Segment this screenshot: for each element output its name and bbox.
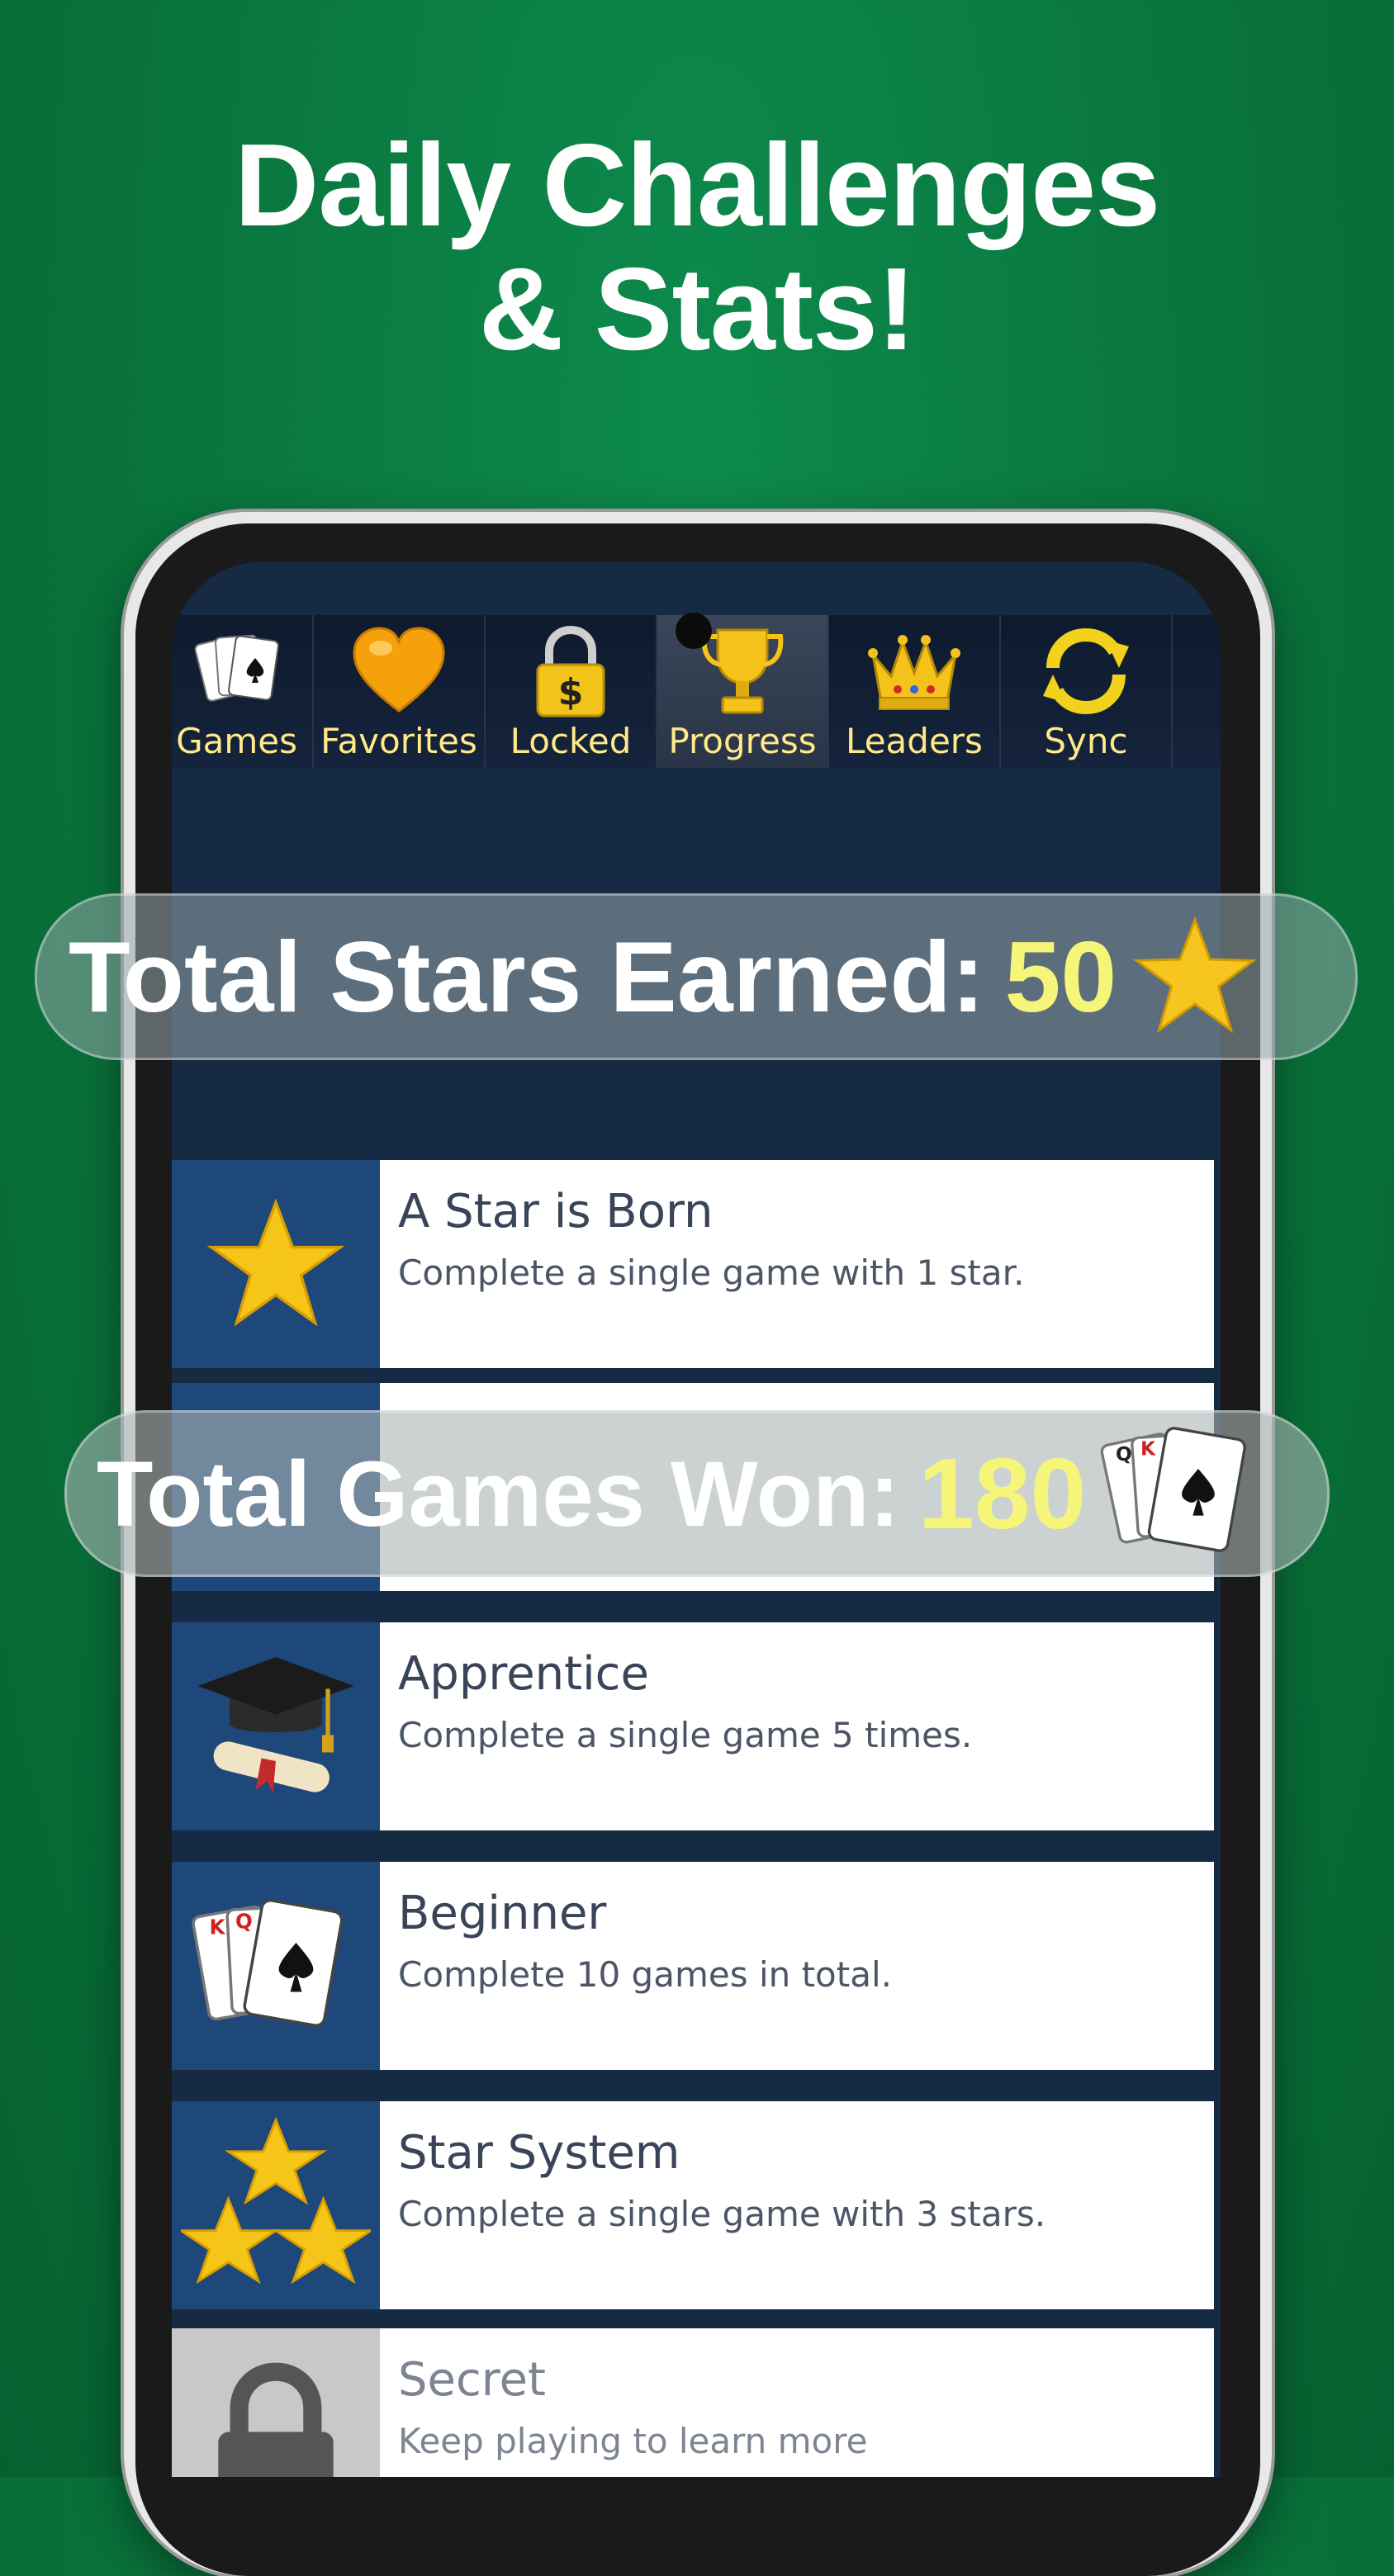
padlock-icon [218,2362,334,2477]
star-icon [1133,916,1258,1034]
achievement-icon-tile [172,1160,380,1368]
achievement-description: Complete a single game with 1 star. [398,1252,1025,1293]
achievement-description: Complete a single game with 3 stars. [398,2194,1046,2234]
svg-text:K: K [210,1915,226,1939]
achievement-icon-tile [172,2101,380,2309]
tab-sync[interactable]: Sync [1001,615,1173,768]
tab-favorites-label: Favorites [320,721,477,761]
tab-progress-label: Progress [668,721,817,761]
crown-icon [868,635,960,710]
achievement-icon-tile [172,2328,380,2477]
playing-cards-icon: K Q [192,1898,344,2028]
tab-locked-label: Locked [510,721,632,761]
total-games-value: 180 [917,1437,1087,1550]
headline-line-1: Daily Challenges [234,120,1160,251]
total-games-banner: Total Games Won: 180 Q K [64,1410,1330,1577]
achievement-row[interactable]: Star System Complete a single game with … [172,2101,1214,2309]
svg-text:$: $ [558,671,584,713]
svg-text:Q: Q [235,1910,253,1934]
tab-locked[interactable]: $ Locked [486,615,657,768]
headline: Daily Challenges & Stats! [0,124,1394,372]
achievement-title: A Star is Born [398,1185,714,1238]
achievement-row[interactable]: Secret Keep playing to learn more [172,2328,1214,2477]
achievement-title: Star System [398,2126,680,2180]
achievement-row[interactable]: K Q Beginner Complete 10 games in total. [172,1862,1214,2070]
tab-leaders[interactable]: Leaders [829,615,1001,768]
front-camera [676,613,712,649]
tab-leaders-label: Leaders [846,721,983,761]
tab-sync-label: Sync [1044,721,1128,761]
playing-cards-icon [194,634,279,702]
svg-text:Q: Q [1116,1442,1132,1466]
achievement-description: Complete a single game 5 times. [398,1715,973,1755]
total-stars-value: 50 [1004,921,1117,1033]
sync-arrows-icon [1043,627,1129,715]
star-icon [206,1198,345,1327]
achievement-description: Keep playing to learn more [398,2421,868,2461]
achievement-row[interactable]: A Star is Born Complete a single game wi… [172,1160,1214,1368]
achievement-title: Beginner [398,1887,607,1940]
total-games-label: Total Games Won: [97,1442,900,1546]
tab-games-label: Games [176,721,297,761]
achievement-title: Secret [398,2353,546,2407]
headline-line-2: & Stats! [478,244,917,375]
tab-games[interactable]: Games [172,615,314,768]
achievement-icon-tile: K Q [172,1862,380,2070]
tab-more-partial[interactable] [1173,615,1221,768]
playing-cards-icon: Q K [1101,1427,1247,1552]
padlock-dollar-icon: $ [536,625,605,717]
achievement-icon-tile [172,1622,380,1830]
achievement-title: Apprentice [398,1647,649,1701]
tab-favorites[interactable]: Favorites [314,615,486,768]
heart-icon [353,627,445,713]
achievement-description: Complete 10 games in total. [398,1954,892,1995]
graduation-cap-icon [197,1657,354,1793]
svg-text:K: K [1140,1437,1156,1460]
total-stars-banner: Total Stars Earned: 50 [35,893,1358,1060]
achievement-row[interactable]: Apprentice Complete a single game 5 time… [172,1622,1214,1830]
three-stars-icon [181,2116,371,2285]
total-stars-label: Total Stars Earned: [69,921,985,1033]
